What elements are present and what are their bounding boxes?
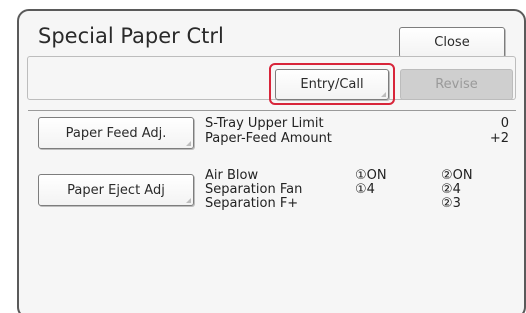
separation-fan-value-2: ②4	[441, 182, 461, 197]
paper-feed-adj-label: Paper Feed Adj.	[65, 125, 167, 141]
paper-eject-adj-label: Paper Eject Adj	[67, 182, 165, 198]
revise-button[interactable]: Revise	[400, 69, 513, 100]
corner-icon	[186, 141, 191, 146]
separation-fan-label: Separation Fan	[205, 182, 303, 197]
entry-call-label: Entry/Call	[300, 77, 364, 92]
separation-f-plus-label: Separation F+	[205, 196, 299, 211]
s-tray-upper-limit-label: S-Tray Upper Limit	[205, 116, 324, 131]
special-paper-control-screen: Special Paper Ctrl Close Entry/Call Revi…	[0, 0, 526, 313]
page-title: Special Paper Ctrl	[38, 24, 224, 48]
paper-eject-adj-button[interactable]: Paper Eject Adj	[38, 174, 194, 206]
close-button[interactable]: Close	[399, 27, 505, 58]
entry-call-button[interactable]: Entry/Call	[275, 69, 389, 100]
paper-feed-amount-value: +2	[489, 131, 509, 146]
air-blow-label: Air Blow	[205, 168, 259, 183]
separation-fan-value-1: ①4	[355, 182, 375, 197]
air-blow-value-1: ①ON	[355, 168, 387, 183]
separation-f-plus-value-2: ②3	[441, 196, 461, 211]
divider	[28, 110, 516, 111]
special-paper-panel: Special Paper Ctrl Close Entry/Call Revi…	[17, 9, 526, 313]
s-tray-upper-limit-value: 0	[500, 116, 509, 131]
corner-icon	[381, 92, 386, 97]
air-blow-value-2: ②ON	[441, 168, 473, 183]
paper-feed-adj-button[interactable]: Paper Feed Adj.	[38, 117, 194, 149]
paper-feed-amount-label: Paper-Feed Amount	[205, 131, 332, 146]
corner-icon	[186, 198, 191, 203]
